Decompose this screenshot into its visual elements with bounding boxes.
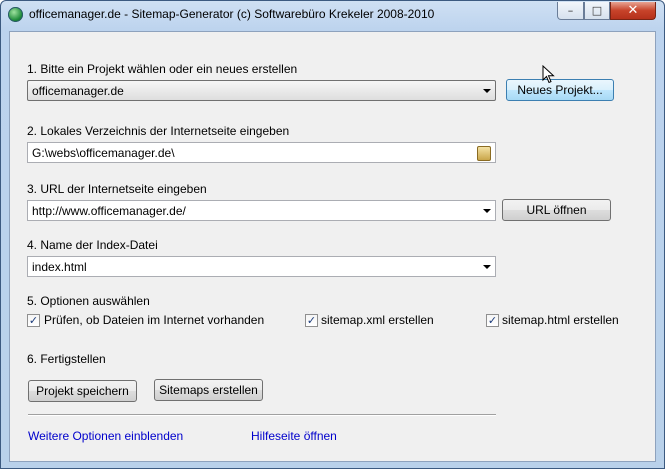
index-file-combobox[interactable]: index.html (27, 256, 496, 277)
step2-label: 2. Lokales Verzeichnis der Internetseite… (27, 124, 290, 138)
title-bar[interactable]: officemanager.de - Sitemap-Generator (c)… (1, 1, 664, 29)
sitemap-html-checkbox[interactable]: ✓ (486, 314, 499, 327)
maximize-button[interactable]: □ (584, 2, 610, 20)
step5-label: 5. Optionen auswählen (27, 294, 150, 308)
project-select-value: officemanager.de (32, 84, 124, 98)
window-title: officemanager.de - Sitemap-Generator (c)… (29, 7, 435, 21)
mouse-pointer-icon (542, 65, 555, 84)
client-area: 1. Bitte ein Projekt wählen oder ein neu… (9, 31, 656, 462)
help-link[interactable]: Hilfeseite öffnen (251, 429, 337, 443)
check-internet-label[interactable]: Prüfen, ob Dateien im Internet vorhanden (44, 313, 264, 327)
sitemap-html-label[interactable]: sitemap.html erstellen (502, 313, 619, 327)
create-sitemaps-button[interactable]: Sitemaps erstellen (154, 379, 263, 401)
step1-label: 1. Bitte ein Projekt wählen oder ein neu… (27, 62, 298, 76)
chevron-down-icon[interactable] (483, 265, 491, 269)
more-options-link[interactable]: Weitere Optionen einblenden (28, 429, 183, 443)
step6-label: 6. Fertigstellen (27, 352, 106, 366)
save-project-button[interactable]: Projekt speichern (28, 380, 137, 402)
main-window: officemanager.de - Sitemap-Generator (c)… (0, 0, 665, 469)
step4-label: 4. Name der Index-Datei (27, 238, 158, 252)
minimize-button[interactable]: – (557, 2, 584, 20)
new-project-button[interactable]: Neues Projekt... (506, 79, 614, 101)
url-value: http://www.officemanager.de/ (32, 204, 186, 218)
local-directory-value: G:\webs\officemanager.de\ (32, 146, 175, 160)
project-select[interactable]: officemanager.de (27, 80, 496, 101)
chevron-down-icon[interactable] (483, 209, 491, 213)
sitemap-xml-label[interactable]: sitemap.xml erstellen (321, 313, 434, 327)
chevron-down-icon (483, 89, 491, 93)
folder-icon[interactable] (477, 146, 491, 161)
sitemap-xml-checkbox[interactable]: ✓ (305, 314, 318, 327)
globe-icon (8, 7, 23, 22)
step3-label: 3. URL der Internetseite eingeben (27, 182, 207, 196)
divider (28, 414, 496, 416)
local-directory-field[interactable]: G:\webs\officemanager.de\ (27, 142, 496, 163)
close-button[interactable]: ✕ (610, 2, 656, 20)
check-internet-checkbox[interactable]: ✓ (27, 314, 40, 327)
index-file-value: index.html (32, 260, 87, 274)
url-combobox[interactable]: http://www.officemanager.de/ (27, 200, 496, 221)
open-url-button[interactable]: URL öffnen (502, 199, 611, 221)
